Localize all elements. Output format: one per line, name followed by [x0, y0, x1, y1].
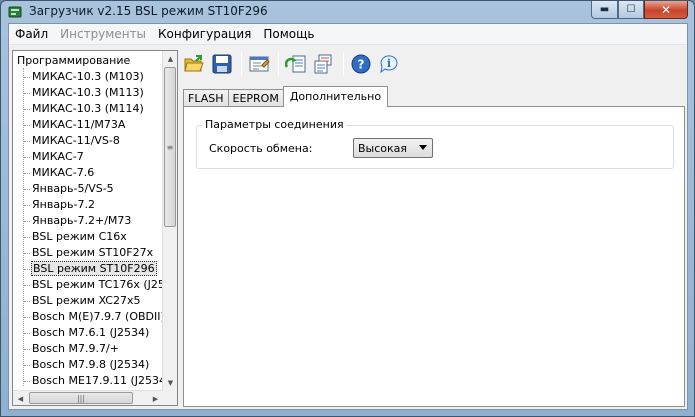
window-controls: ▬ ☐ ✕ [591, 1, 688, 19]
tab-flash[interactable]: FLASH [183, 89, 229, 107]
toolbar-separator [241, 52, 242, 76]
toolbar-separator [278, 52, 279, 76]
menu-configuration[interactable]: Конфигурация [152, 24, 257, 44]
toolbar: ? i [181, 48, 687, 80]
tree-item[interactable]: Bosch M7.6.1 (J2534) [13, 325, 163, 341]
menu-bar: Файл Инструменты Конфигурация Помощь [9, 24, 687, 45]
open-button[interactable] [181, 51, 207, 77]
tree-item[interactable]: BSL режим TC176x (J25 [13, 277, 163, 293]
tree-item[interactable]: BSL режим C16x [13, 229, 163, 245]
tree-item[interactable]: Bosch M7.9.8 (J2534) [13, 357, 163, 373]
chevron-down-icon [419, 145, 427, 150]
tree-item[interactable]: Bosch M7.9.7/+ [13, 341, 163, 357]
tab-strip: FLASH EEPROM Дополнительно [183, 86, 389, 107]
speed-select-value: Высокая [358, 142, 408, 155]
scroll-down-icon[interactable]: ▼ [163, 375, 177, 390]
tab-eeprom[interactable]: EEPROM [227, 89, 284, 107]
speed-label: Скорость обмена: [209, 142, 313, 155]
tree-item[interactable]: МИКАС-11/M73A [13, 117, 163, 133]
title-bar[interactable]: Загрузчик v2.15 BSL режим ST10F296 ▬ ☐ ✕ [1, 1, 694, 23]
tree-item[interactable]: Bosch ME17.9.11 (J2534 [13, 373, 163, 389]
tree-item[interactable]: BSL режим ST10F27x [13, 245, 163, 261]
scroll-thumb[interactable]: ≡ [164, 67, 176, 227]
scroll-up-icon[interactable]: ▲ [163, 51, 177, 66]
tree-item[interactable]: МИКАС-7 [13, 149, 163, 165]
info-button[interactable]: i [376, 51, 402, 77]
minimize-button[interactable]: ▬ [591, 1, 618, 19]
tree-item[interactable]: МИКАС-10.3 (M113) [13, 85, 163, 101]
ecu-tree[interactable]: Программирование МИКАС-10.3 (M103) МИКАС… [12, 50, 178, 406]
tree-item[interactable]: Январь-7.2 [13, 197, 163, 213]
tree-item[interactable]: МИКАС-7.6 [13, 165, 163, 181]
write-ecu-button[interactable] [311, 51, 337, 77]
toolbar-separator [343, 52, 344, 76]
app-window: Загрузчик v2.15 BSL режим ST10F296 ▬ ☐ ✕… [0, 0, 695, 417]
tree-list: МИКАС-10.3 (M103) МИКАС-10.3 (M113) МИКА… [13, 69, 163, 389]
connection-params-group: Параметры соединения Скорость обмена: Вы… [196, 118, 674, 169]
tree-vertical-scrollbar[interactable]: ▲ ≡ ▼ [162, 51, 177, 390]
svg-text:?: ? [358, 58, 365, 72]
app-icon [8, 6, 22, 18]
close-button[interactable]: ✕ [644, 1, 688, 19]
info-icon: i [380, 55, 398, 74]
write-ecu-icon [314, 54, 332, 74]
svg-text:i: i [387, 57, 391, 70]
save-icon [212, 54, 232, 74]
settings-button[interactable] [246, 51, 272, 77]
hscroll-thumb[interactable]: ||| [29, 392, 133, 404]
tree-item[interactable]: Bosch M(E)7.9.7 (OBDII) [13, 309, 163, 325]
client-area: Файл Инструменты Конфигурация Помощь Про… [8, 23, 688, 410]
tab-panel-additional: Параметры соединения Скорость обмена: Вы… [183, 106, 685, 407]
window-title: Загрузчик v2.15 BSL режим ST10F296 [29, 4, 268, 18]
settings-icon [249, 56, 270, 72]
help-icon: ? [351, 54, 371, 74]
maximize-button[interactable]: ☐ [618, 1, 644, 19]
tree-item[interactable]: МИКАС-10.3 (M103) [13, 69, 163, 85]
maximize-icon: ☐ [626, 4, 636, 15]
tree-item[interactable]: BSL режим XC27x5 [13, 293, 163, 309]
tab-additional[interactable]: Дополнительно [282, 86, 389, 107]
read-ecu-icon [285, 55, 306, 73]
close-icon: ✕ [660, 2, 672, 17]
scroll-right-icon[interactable]: ▶ [148, 391, 163, 405]
tree-item[interactable]: Январь-5/VS-5 [13, 181, 163, 197]
scroll-corner [162, 390, 177, 405]
group-title: Параметры соединения [203, 118, 346, 131]
menu-help[interactable]: Помощь [257, 24, 320, 44]
tree-item[interactable]: Январь-7.2+/M73 [13, 213, 163, 229]
menu-tools[interactable]: Инструменты [54, 24, 152, 44]
tree-root-programming[interactable]: Программирование [17, 54, 130, 67]
minimize-icon: ▬ [599, 4, 610, 15]
save-button[interactable] [209, 51, 235, 77]
speed-select[interactable]: Высокая [353, 138, 433, 158]
tree-item[interactable]: МИКАС-11/VS-8 [13, 133, 163, 149]
scroll-left-icon[interactable]: ◀ [13, 391, 28, 405]
help-button[interactable]: ? [348, 51, 374, 77]
tree-item[interactable]: МИКАС-10.3 (M114) [13, 101, 163, 117]
open-folder-icon [184, 55, 204, 72]
tree-horizontal-scrollbar[interactable]: ◀ ||| ▶ [13, 390, 163, 405]
read-ecu-button[interactable] [283, 51, 309, 77]
tree-item-selected[interactable]: BSL режим ST10F296 [13, 261, 163, 277]
menu-file[interactable]: Файл [9, 24, 54, 44]
